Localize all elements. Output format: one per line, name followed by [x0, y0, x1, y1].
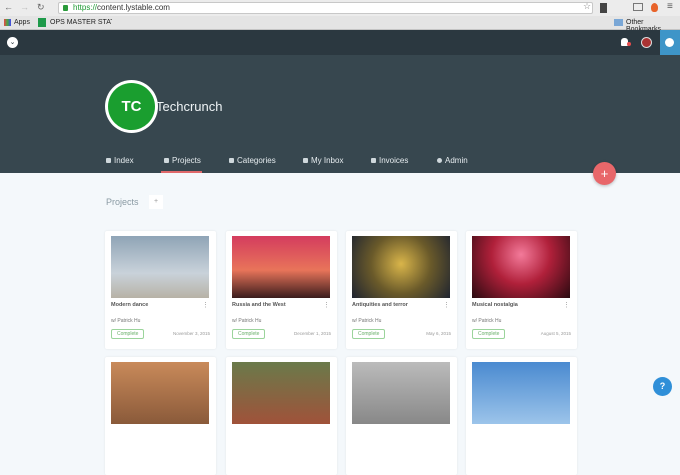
more-icon[interactable]: ⋮ — [443, 301, 450, 309]
back-icon[interactable]: ← — [4, 2, 13, 12]
project-card[interactable] — [466, 357, 577, 475]
index-icon — [106, 158, 111, 163]
compass-button[interactable] — [660, 30, 680, 55]
star-icon[interactable]: ☆ — [583, 1, 591, 12]
tab-label: Categories — [237, 156, 276, 165]
url-host: content.lystable.com — [97, 3, 170, 12]
company-logo: TC — [105, 80, 158, 133]
project-image — [111, 236, 209, 298]
project-image — [472, 362, 570, 424]
avatar[interactable] — [641, 37, 652, 48]
tab-categories[interactable]: Categories — [229, 156, 276, 165]
add-project-button[interactable]: + — [149, 195, 163, 209]
project-date: November 3, 2015 — [172, 331, 210, 336]
tab-label: Projects — [172, 156, 201, 165]
tab-label: Invoices — [379, 156, 409, 165]
active-tab-indicator — [161, 171, 202, 173]
project-card[interactable]: Musical nostalgia ⋮ w/ Patrick Hu Complete A… — [466, 231, 577, 349]
project-date: December 1, 2015 — [293, 331, 331, 336]
more-icon[interactable]: ⋮ — [202, 301, 209, 309]
company-name: Techcrunch — [156, 99, 223, 114]
project-card[interactable] — [226, 357, 337, 475]
bookmarks-bar: Apps OPS MASTER STATU Other Bookmarks — [0, 16, 680, 33]
more-icon[interactable]: ⋮ — [563, 301, 570, 309]
status-badge: Complete — [111, 329, 145, 339]
project-title: Antiquities and terror — [352, 302, 408, 308]
project-author: w/ Patrick Hu — [232, 318, 262, 324]
more-icon[interactable]: ⋮ — [323, 301, 330, 309]
project-title: Russia and the West — [232, 302, 286, 308]
tab-index[interactable]: Index — [106, 156, 134, 165]
cast-icon[interactable] — [633, 3, 643, 11]
bookmark-apps[interactable]: Apps — [14, 19, 30, 26]
tab-projects[interactable]: Projects — [164, 156, 201, 165]
extension-icon[interactable] — [600, 3, 607, 13]
tab-admin[interactable]: Admin — [437, 156, 468, 165]
project-card[interactable]: Antiquities and terror ⋮ w/ Patrick Hu Comp… — [346, 231, 457, 349]
project-image — [352, 362, 450, 424]
project-image — [232, 236, 330, 298]
inbox-icon — [303, 158, 308, 163]
projects-icon — [164, 158, 169, 163]
project-date: May 6, 2015 — [426, 331, 451, 336]
project-card[interactable]: Russia and the West ⋮ w/ Patrick Hu Complet… — [226, 231, 337, 349]
notification-dot — [627, 42, 631, 46]
project-image — [472, 236, 570, 298]
status-badge: Complete — [352, 329, 386, 339]
tab-label: My Inbox — [311, 156, 344, 165]
project-image — [352, 236, 450, 298]
add-fab-button[interactable]: + — [593, 162, 616, 185]
chat-button[interactable]: ? — [653, 377, 672, 396]
extension-fire-icon[interactable] — [651, 3, 658, 12]
status-badge: Complete — [472, 329, 506, 339]
forward-icon[interactable]: → — [20, 2, 29, 12]
tab-invoices[interactable]: Invoices — [371, 156, 408, 165]
project-author: w/ Patrick Hu — [352, 318, 382, 324]
folder-icon — [614, 19, 623, 26]
lock-icon — [63, 5, 68, 11]
menu-icon[interactable]: ≡ — [667, 1, 673, 12]
tab-label: Index — [114, 156, 134, 165]
project-date: August 5, 2015 — [540, 331, 571, 336]
compass-icon — [665, 38, 674, 47]
reload-icon[interactable]: ↻ — [37, 2, 45, 13]
logo-text: TC — [108, 83, 155, 130]
section-title: Projects — [106, 197, 139, 207]
project-image — [111, 362, 209, 424]
sheets-icon — [38, 18, 46, 27]
status-badge: Complete — [232, 329, 266, 339]
tab-my-inbox[interactable]: My Inbox — [303, 156, 343, 165]
project-title: Modern dance — [111, 302, 149, 308]
browser-toolbar: ← → ↻ https://content.lystable.com ☆ ≡ — [0, 0, 680, 16]
project-card[interactable] — [105, 357, 216, 475]
dropdown-menu-icon[interactable]: ⌄ — [7, 37, 18, 48]
project-card[interactable] — [346, 357, 457, 475]
project-image — [232, 362, 330, 424]
project-author: w/ Patrick Hu — [472, 318, 502, 324]
apps-icon — [4, 19, 11, 26]
gear-icon — [437, 158, 442, 163]
bookmark-ops[interactable]: OPS MASTER STATU — [50, 19, 112, 26]
categories-icon — [229, 158, 234, 163]
project-title: Musical nostalgia — [472, 302, 518, 308]
address-bar[interactable]: https://content.lystable.com — [58, 2, 593, 14]
project-card[interactable]: Modern dance ⋮ w/ Patrick Hu Complete Novemb… — [105, 231, 216, 349]
tab-label: Admin — [445, 156, 468, 165]
project-author: w/ Patrick Hu — [111, 318, 141, 324]
invoices-icon — [371, 158, 376, 163]
url-scheme: https:// — [73, 3, 98, 12]
app-bar: ⌄ — [0, 30, 680, 55]
